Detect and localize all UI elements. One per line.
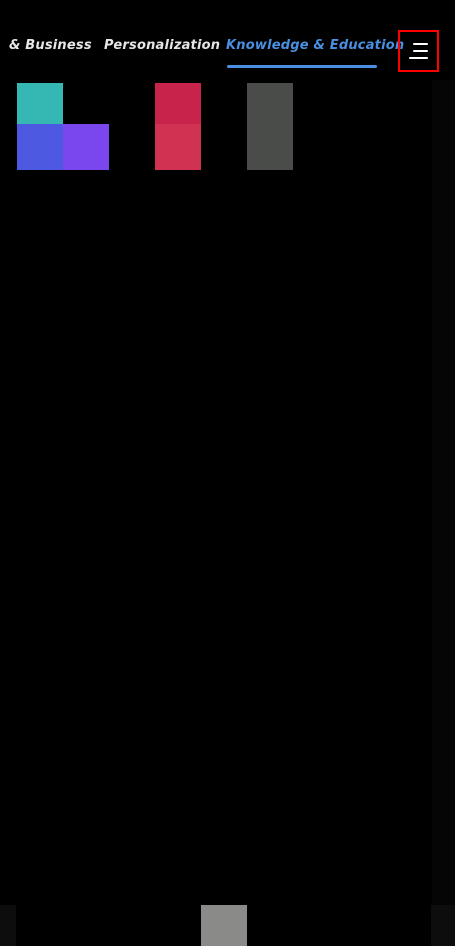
bottom-nav-handle[interactable] xyxy=(201,905,247,946)
blue-tile[interactable] xyxy=(17,124,63,170)
bottom-edge-right xyxy=(431,905,455,946)
purple-tile[interactable] xyxy=(63,124,109,170)
tab-business[interactable]: & Business xyxy=(9,38,92,53)
scrollbar-track[interactable] xyxy=(432,80,455,906)
menu-button[interactable] xyxy=(398,30,439,72)
rose-tile[interactable] xyxy=(155,124,201,170)
gray-tile[interactable] xyxy=(247,83,293,170)
tab-knowledge-education[interactable]: Knowledge & Education xyxy=(226,38,404,53)
bottom-edge-left xyxy=(0,905,16,946)
teal-tile[interactable] xyxy=(17,83,63,124)
crimson-tile[interactable] xyxy=(155,83,201,124)
category-tab-bar: & Business Personalization Knowledge & E… xyxy=(0,0,455,80)
tab-personalization[interactable]: Personalization xyxy=(104,38,220,53)
active-tab-indicator xyxy=(227,65,377,68)
